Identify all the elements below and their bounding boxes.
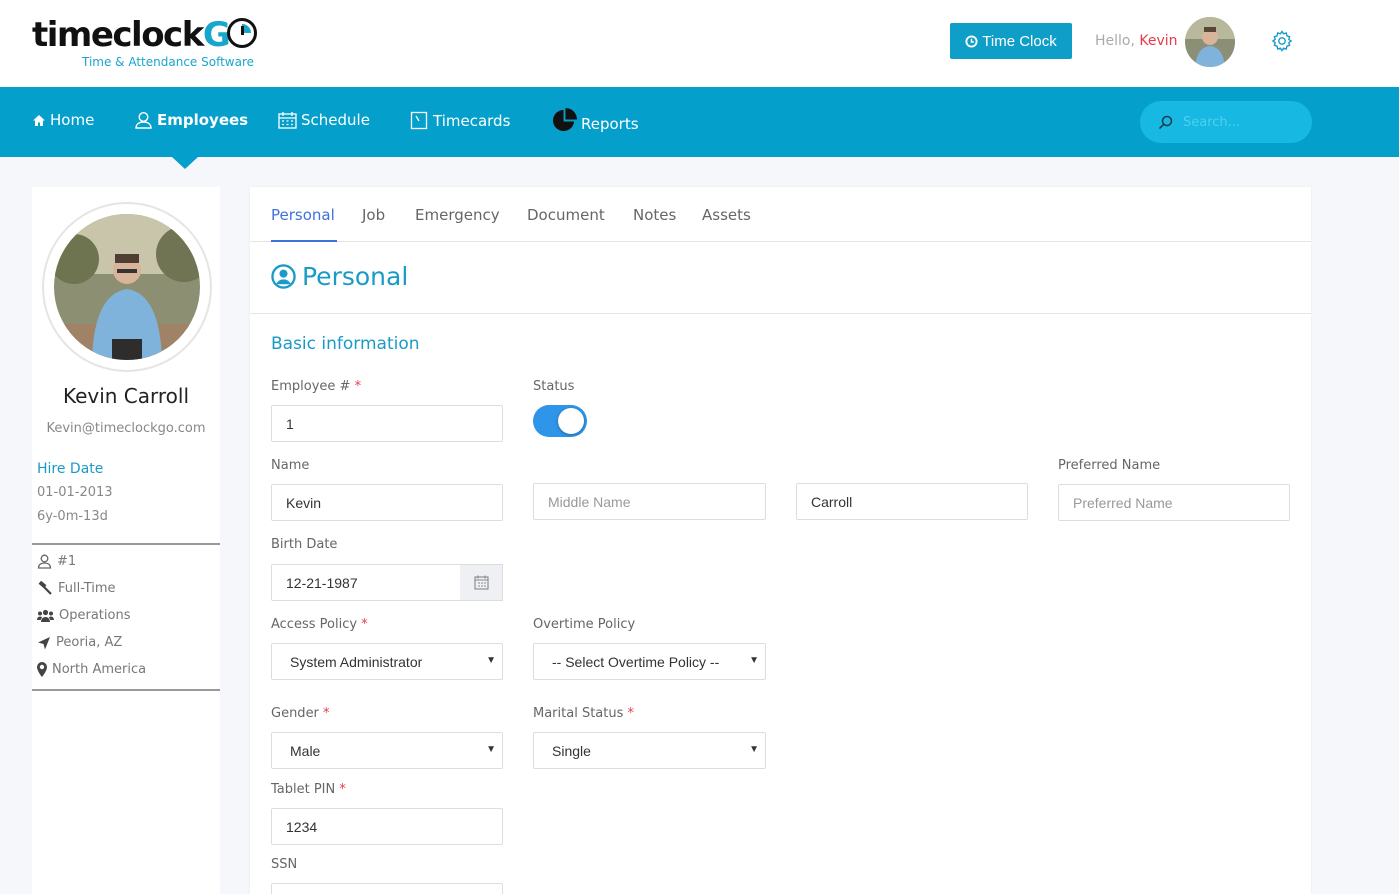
- middle-name-field[interactable]: [533, 483, 766, 520]
- logo-tagline: Time & Attendance Software: [82, 55, 255, 69]
- profile-location: Peoria, AZ: [37, 635, 122, 650]
- marital-status-select[interactable]: Single ▼: [533, 732, 766, 769]
- pie-chart-icon: [553, 108, 577, 132]
- gavel-icon: [38, 581, 52, 595]
- logo-wordmark: timeclockG: [32, 16, 258, 54]
- name-label: Name: [271, 458, 310, 473]
- hire-date-label: Hire Date: [37, 461, 104, 477]
- preferred-name-label: Preferred Name: [1058, 458, 1161, 473]
- avatar[interactable]: [1185, 17, 1235, 67]
- chevron-down-icon: ▼: [749, 655, 759, 666]
- detail-tabs: Personal Job Emergency Document Notes As…: [250, 187, 1311, 242]
- top-bar: timeclockG Time & Attendance Software Ti…: [0, 0, 1399, 87]
- tab-personal[interactable]: Personal: [271, 206, 335, 224]
- logo-clock-icon: [227, 18, 258, 48]
- search-icon: [1158, 115, 1173, 129]
- overtime-policy-select[interactable]: -- Select Overtime Policy -- ▼: [533, 643, 766, 680]
- toggle-knob: [558, 408, 584, 434]
- calendar-icon: [278, 112, 297, 129]
- last-name-field[interactable]: [796, 483, 1028, 520]
- search-box[interactable]: [1140, 101, 1312, 143]
- basic-info-heading: Basic information: [271, 334, 420, 354]
- select-value: System Administrator: [290, 653, 423, 670]
- section-title: Personal: [271, 262, 408, 291]
- clock-icon: [965, 34, 978, 48]
- ssn-field[interactable]: [271, 883, 503, 894]
- select-value: Single: [552, 742, 591, 759]
- first-name-field[interactable]: [271, 484, 503, 521]
- greeting-user[interactable]: Kevin: [1139, 33, 1177, 49]
- profile-divider: [32, 689, 220, 691]
- status-label: Status: [533, 379, 575, 394]
- overtime-policy-label: Overtime Policy: [533, 617, 636, 632]
- profile-email: Kevin@timeclockgo.com: [46, 421, 206, 436]
- map-marker-icon: [37, 662, 47, 677]
- nav-label: Timecards: [433, 111, 511, 130]
- tab-assets[interactable]: Assets: [702, 206, 751, 224]
- tablet-pin-field[interactable]: [271, 808, 503, 845]
- gender-select[interactable]: Male ▼: [271, 732, 503, 769]
- calendar-icon: [473, 575, 489, 590]
- user-circle-icon: [271, 264, 296, 289]
- gear-icon[interactable]: [1270, 29, 1294, 53]
- profile-divider: [32, 543, 220, 545]
- location-arrow-icon: [38, 636, 50, 649]
- tab-job[interactable]: Job: [362, 206, 385, 224]
- tab-document[interactable]: Document: [527, 206, 605, 224]
- chevron-down-icon: ▼: [486, 655, 496, 666]
- greeting: Hello, Kevin: [1095, 33, 1178, 49]
- chevron-down-icon: ▼: [749, 744, 759, 755]
- employee-detail-card: Personal Job Emergency Document Notes As…: [250, 187, 1311, 894]
- active-nav-indicator: [172, 157, 198, 169]
- select-value: Male: [290, 742, 321, 759]
- timecard-icon: [410, 111, 428, 130]
- nav-item-reports[interactable]: Reports: [552, 108, 639, 133]
- user-icon: [37, 554, 52, 569]
- nav-label: Reports: [581, 114, 639, 133]
- app-logo[interactable]: timeclockG Time & Attendance Software: [32, 16, 258, 69]
- users-icon: [37, 609, 54, 622]
- profile-photo-frame: [42, 202, 212, 372]
- birth-date-field[interactable]: [271, 564, 461, 601]
- access-policy-label: Access Policy *: [271, 617, 368, 632]
- employee-icon: [135, 111, 152, 129]
- nav-label: Employees: [157, 111, 249, 129]
- profile-region: North America: [37, 662, 146, 677]
- marital-status-label: Marital Status *: [533, 706, 635, 721]
- ssn-label: SSN: [271, 857, 298, 872]
- profile-name: Kevin Carroll: [62, 384, 190, 408]
- nav-item-schedule[interactable]: Schedule: [278, 111, 370, 129]
- hire-date-value: 01-01-2013: [37, 485, 113, 500]
- profile-photo[interactable]: [54, 214, 200, 360]
- birth-date-label: Birth Date: [271, 537, 338, 552]
- profile-emp-no: #1: [37, 554, 76, 569]
- nav-item-employees[interactable]: Employees: [134, 111, 248, 129]
- preferred-name-field[interactable]: [1058, 484, 1290, 521]
- chevron-down-icon: ▼: [486, 744, 496, 755]
- access-policy-select[interactable]: System Administrator ▼: [271, 643, 503, 680]
- time-clock-label: Time Clock: [982, 32, 1057, 50]
- profile-card: Kevin Carroll Kevin@timeclockgo.com Hire…: [32, 187, 220, 894]
- status-toggle[interactable]: [533, 405, 587, 437]
- active-tab-indicator: [271, 240, 337, 242]
- employee-no-field[interactable]: [271, 405, 503, 442]
- tab-notes[interactable]: Notes: [633, 206, 676, 224]
- profile-employment-type: Full-Time: [37, 581, 116, 596]
- nav-label: Home: [50, 111, 95, 129]
- tenure-value: 6y-0m-13d: [37, 509, 108, 524]
- search-input[interactable]: [1183, 114, 1293, 130]
- nav-label: Schedule: [301, 111, 370, 129]
- select-value: -- Select Overtime Policy --: [552, 653, 720, 670]
- tab-emergency[interactable]: Emergency: [415, 206, 500, 224]
- date-picker-button[interactable]: [460, 564, 503, 601]
- profile-department: Operations: [37, 608, 130, 623]
- section-divider: [250, 313, 1311, 314]
- nav-item-home[interactable]: Home: [32, 111, 94, 129]
- gender-label: Gender *: [271, 706, 330, 721]
- employee-no-label: Employee # *: [271, 379, 362, 394]
- time-clock-button[interactable]: Time Clock: [950, 23, 1072, 59]
- nav-item-timecards[interactable]: Timecards: [410, 111, 510, 130]
- tablet-pin-label: Tablet PIN *: [271, 782, 346, 797]
- home-icon: [33, 114, 45, 126]
